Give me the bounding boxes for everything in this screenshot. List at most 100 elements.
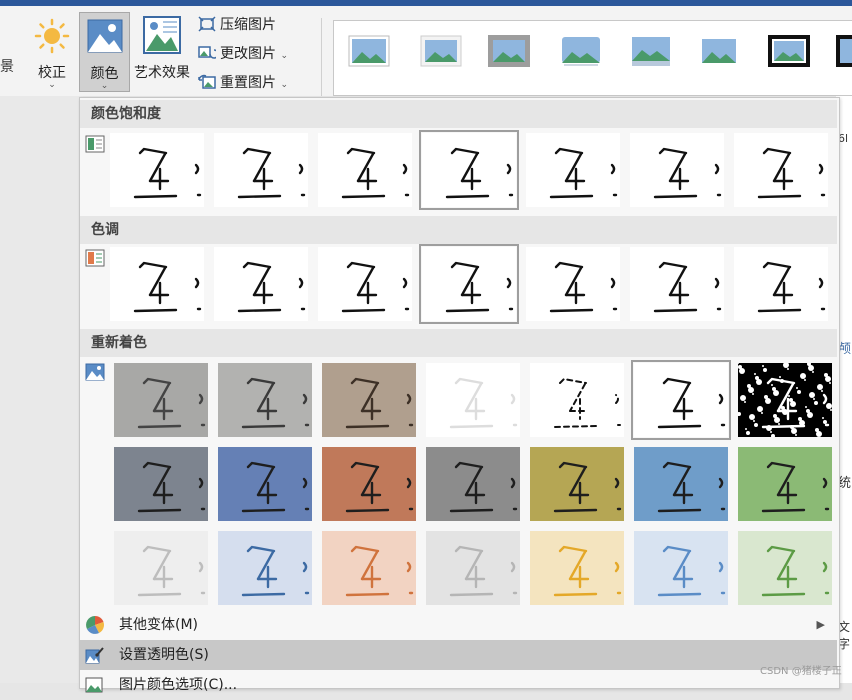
recolor-option[interactable] <box>426 531 520 605</box>
recolor-option[interactable] <box>738 363 832 437</box>
chevron-right-icon: ▶ <box>816 618 825 631</box>
recolor-option[interactable] <box>530 531 624 605</box>
recolor-option[interactable] <box>218 531 312 605</box>
recolor-option[interactable] <box>114 447 208 521</box>
saturation-option[interactable] <box>110 133 204 207</box>
preview-image <box>526 133 620 207</box>
picture-styles-gallery <box>333 20 852 96</box>
picture-style-option[interactable] <box>488 35 530 67</box>
picture-style-option[interactable] <box>348 35 390 67</box>
picture-style-option[interactable] <box>836 35 852 67</box>
tone-option[interactable] <box>630 247 724 321</box>
color-button[interactable]: 颜色 ⌄ <box>79 12 130 92</box>
preview-image <box>110 247 204 321</box>
color-wheel-icon <box>86 616 104 634</box>
preview-image <box>114 531 208 605</box>
preview-image <box>422 247 516 321</box>
recolor-option[interactable] <box>530 363 624 437</box>
recolor-option[interactable] <box>738 447 832 521</box>
saturation-option[interactable] <box>318 133 412 207</box>
picture-style-option[interactable] <box>560 35 602 67</box>
compress-icon <box>198 16 216 32</box>
compress-pictures-button[interactable]: 压缩图片 <box>198 14 276 36</box>
recolor-option[interactable] <box>218 447 312 521</box>
saturation-option[interactable] <box>526 133 620 207</box>
recolor-option[interactable] <box>634 447 728 521</box>
preview-image <box>426 363 520 437</box>
picture-style-option[interactable] <box>630 35 672 67</box>
preview-image <box>530 447 624 521</box>
preview-image <box>318 247 412 321</box>
chevron-down-icon: ⌄ <box>100 81 109 91</box>
reset-picture-icon <box>198 74 216 89</box>
preview-image <box>322 531 416 605</box>
tone-option[interactable] <box>110 247 204 321</box>
change-picture-label: 更改图片 <box>220 46 276 62</box>
set-transparent-color-menu-item[interactable]: 设置透明色(S) <box>80 640 837 670</box>
preview-image <box>734 247 828 321</box>
preview-image <box>318 133 412 207</box>
preview-image <box>422 133 516 207</box>
reset-picture-button[interactable]: 重置图片 ⌄ <box>198 72 288 94</box>
preview-image <box>322 363 416 437</box>
corrections-button[interactable]: 校正 ⌄ <box>27 12 77 92</box>
picture-color-icon <box>87 19 123 53</box>
recolor-option[interactable] <box>322 531 416 605</box>
remove-background-partial-label[interactable]: 景 <box>0 56 14 76</box>
artistic-effects-icon <box>143 16 181 54</box>
picture-style-option[interactable] <box>420 35 462 67</box>
compress-label: 压缩图片 <box>220 17 276 33</box>
saturation-option[interactable] <box>630 133 724 207</box>
preview-image <box>634 531 728 605</box>
artistic-effects-label: 艺术效果 <box>134 65 190 81</box>
tone-section-header: 色调 <box>80 216 837 244</box>
chevron-down-icon: ⌄ <box>48 80 56 90</box>
change-picture-button[interactable]: 更改图片 ⌄ <box>198 43 288 65</box>
watermark: CSDN @猪楼子正 <box>760 666 842 677</box>
tone-option[interactable] <box>734 247 828 321</box>
picture-style-option[interactable] <box>768 35 810 67</box>
recolor-option[interactable] <box>738 531 832 605</box>
saturation-option[interactable] <box>419 130 519 210</box>
preview-image <box>634 363 728 437</box>
preview-image <box>734 133 828 207</box>
preview-image <box>322 447 416 521</box>
chevron-down-icon: ⌄ <box>280 51 288 61</box>
tone-option[interactable] <box>419 244 519 324</box>
more-variations-menu-item[interactable]: 其他变体(M) ▶ <box>80 610 837 640</box>
recolor-option[interactable] <box>218 363 312 437</box>
recolor-section-header: 重新着色 <box>80 329 837 357</box>
tone-option[interactable] <box>526 247 620 321</box>
recolor-icon <box>85 363 105 381</box>
saturation-option[interactable] <box>214 133 308 207</box>
preview-image <box>218 447 312 521</box>
recolor-option[interactable] <box>634 531 728 605</box>
recolor-option[interactable] <box>530 447 624 521</box>
tone-option[interactable] <box>214 247 308 321</box>
recolor-option[interactable] <box>426 363 520 437</box>
color-saturation-icon <box>85 135 105 153</box>
picture-format-ribbon: 景 校正 ⌄ 颜色 ⌄ 艺术效果 压缩图片 更改图片 ⌄ 重置图片 ⌄ <box>0 6 852 97</box>
recolor-option[interactable] <box>631 360 731 440</box>
preview-image <box>218 363 312 437</box>
tone-option[interactable] <box>318 247 412 321</box>
recolor-option[interactable] <box>114 531 208 605</box>
preview-image <box>114 447 208 521</box>
preview-image <box>738 447 832 521</box>
reset-picture-label: 重置图片 <box>220 75 276 91</box>
corrections-label: 校正 <box>38 65 66 81</box>
set-transparent-color-icon <box>85 647 104 664</box>
saturation-option[interactable] <box>734 133 828 207</box>
sun-icon <box>34 18 70 54</box>
recolor-option[interactable] <box>426 447 520 521</box>
preview-image <box>110 133 204 207</box>
preview-image <box>738 531 832 605</box>
recolor-option[interactable] <box>322 363 416 437</box>
picture-color-options-menu-item[interactable]: 图片颜色选项(C)... <box>80 670 837 700</box>
recolor-option[interactable] <box>114 363 208 437</box>
set-transparent-color-label: 设置透明色(S) <box>119 647 209 663</box>
color-label: 颜色 <box>90 66 119 82</box>
artistic-effects-button[interactable]: 艺术效果 <box>131 12 193 92</box>
picture-style-option[interactable] <box>698 35 740 67</box>
recolor-option[interactable] <box>322 447 416 521</box>
